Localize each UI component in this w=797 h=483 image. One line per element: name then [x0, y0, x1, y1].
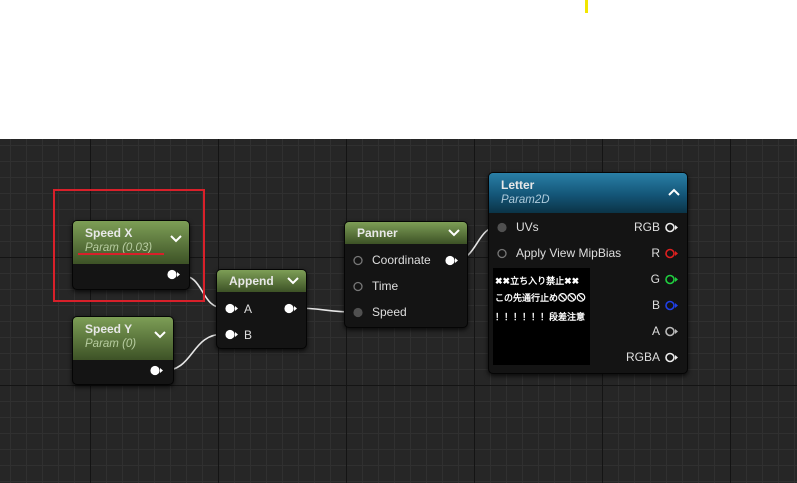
panner-time-pin[interactable] [353, 281, 366, 292]
letter-subtitle: Param2D [501, 194, 550, 206]
panner-output-pin[interactable] [445, 255, 458, 266]
letter-output-r-pin[interactable] [665, 248, 678, 259]
panner-title: Panner [357, 226, 398, 240]
chevron-up-icon[interactable] [667, 187, 681, 197]
letter-header: Letter Param2D [489, 173, 687, 213]
texture-text-line: この先通行止め🛇🛇🛇 [495, 293, 586, 303]
letter-output-a-label: A [651, 324, 660, 338]
append-input-b-pin[interactable] [225, 329, 238, 340]
append-node[interactable]: Append A B [216, 269, 307, 349]
append-input-a-pin[interactable] [225, 303, 238, 314]
letter-output-r-label: R [651, 246, 660, 260]
texture-text-line: ✖✖立ち入り禁止✖✖ [495, 276, 580, 286]
letter-uvs-label: UVs [516, 220, 539, 234]
letter-mipbias-pin[interactable] [497, 248, 510, 259]
highlight-underline [78, 253, 164, 255]
speed-y-subtitle: Param (0) [85, 338, 137, 350]
texture-text-line: ！！！！！！段差注意 [495, 312, 586, 322]
chevron-down-icon[interactable] [286, 276, 300, 286]
chevron-down-icon[interactable] [153, 330, 167, 340]
panner-node[interactable]: Panner Coordinate Time Speed [344, 221, 468, 328]
append-title: Append [229, 274, 274, 288]
speed-y-title: Speed Y [85, 322, 133, 336]
letter-output-g-label: G [650, 272, 660, 286]
letter-output-b-pin[interactable] [665, 300, 678, 311]
letter-title: Letter [501, 178, 535, 192]
speed-y-output-pin[interactable] [150, 365, 163, 376]
append-header: Append [217, 270, 306, 292]
letter-output-g-pin[interactable] [665, 274, 678, 285]
letter-output-rgb-label: RGB [633, 220, 660, 234]
speed-y-header: Speed Y Param (0) [73, 317, 173, 360]
letter-output-a-pin[interactable] [665, 326, 678, 337]
panner-header: Panner [345, 222, 467, 244]
letter-uvs-pin[interactable] [497, 222, 510, 233]
chevron-down-icon[interactable] [447, 228, 461, 238]
panner-speed-pin[interactable] [353, 307, 366, 318]
panner-speed-label: Speed [372, 305, 407, 319]
letter-output-rgba-label: RGBA [625, 350, 660, 364]
text-cursor-marker [585, 0, 588, 13]
panner-coordinate-pin[interactable] [353, 255, 366, 266]
panner-coordinate-label: Coordinate [372, 253, 431, 267]
texture-preview: ✖✖立ち入り禁止✖✖ この先通行止め🛇🛇🛇 ！！！！！！段差注意 [493, 268, 590, 365]
letter-output-rgb-pin[interactable] [665, 222, 678, 233]
letter-output-b-label: B [651, 298, 660, 312]
letter-output-rgba-pin[interactable] [665, 352, 678, 363]
append-output-pin[interactable] [284, 303, 297, 314]
panner-time-label: Time [372, 279, 399, 293]
speed-y-node[interactable]: Speed Y Param (0) [72, 316, 174, 385]
letter-mipbias-label: Apply View MipBias [516, 246, 622, 260]
highlight-box [53, 189, 205, 302]
append-input-a-label: A [244, 302, 253, 316]
append-input-b-label: B [244, 328, 253, 342]
